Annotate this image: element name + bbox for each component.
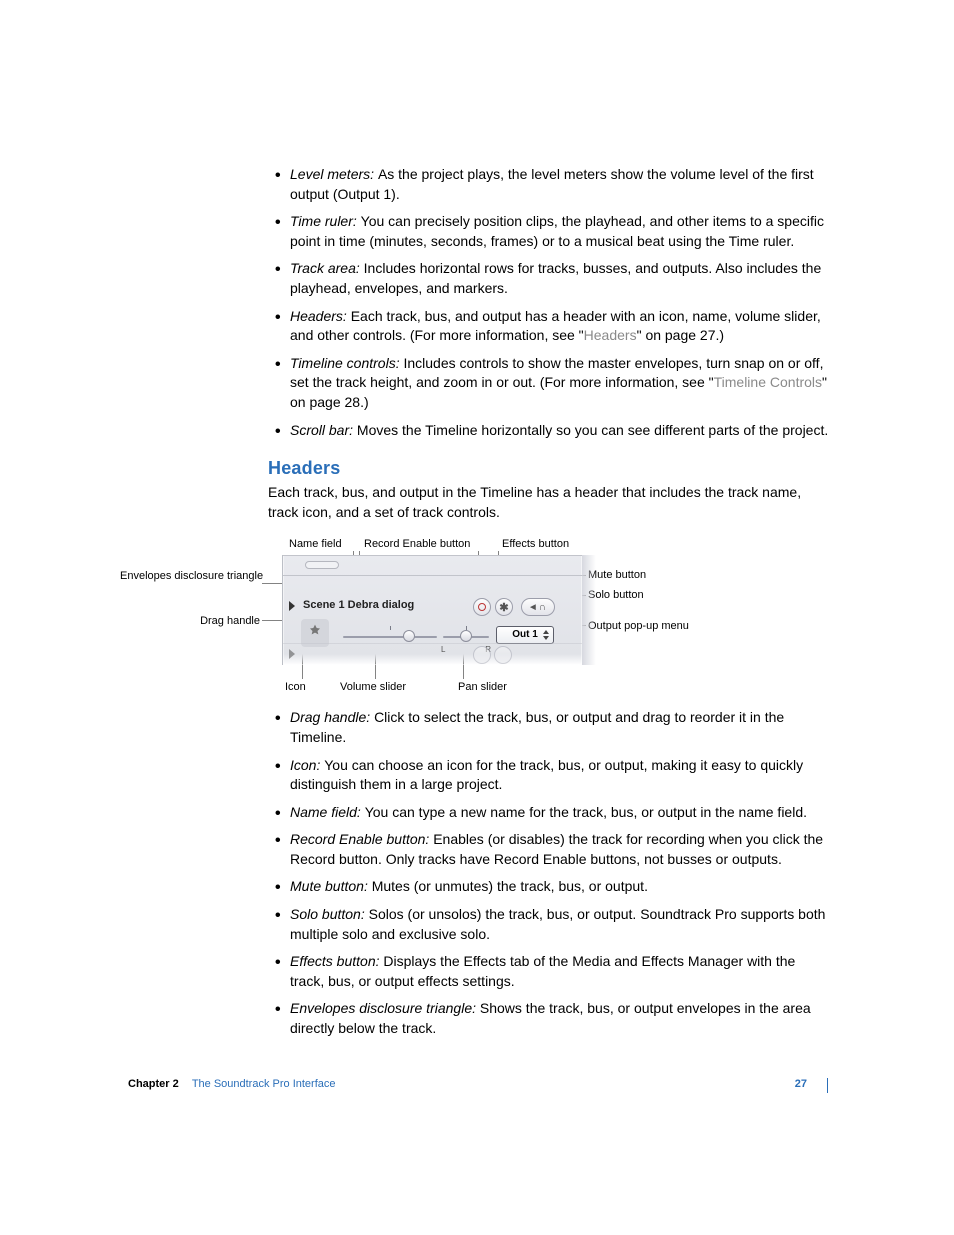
term: Envelopes disclosure triangle: <box>290 1000 480 1016</box>
callout-solo: Solo button <box>588 589 644 601</box>
callout-icon: Icon <box>285 681 306 693</box>
definition-item: Icon: You can choose an icon for the tra… <box>268 756 830 795</box>
definition-item: Envelopes disclosure triangle: Shows the… <box>268 999 830 1038</box>
term: Solo button: <box>290 906 369 922</box>
page-footer: Chapter 2 The Soundtrack Pro Interface 2… <box>128 1078 828 1093</box>
callout-pan: Pan slider <box>458 681 507 693</box>
definition-item: Headers: Each track, bus, and output has… <box>268 307 830 346</box>
footer-title: The Soundtrack Pro Interface <box>192 1078 336 1090</box>
volume-slider[interactable] <box>343 628 437 644</box>
term: Track area: <box>290 260 364 276</box>
footer-chapter: Chapter 2 <box>128 1078 179 1090</box>
term: Timeline controls: <box>290 355 403 371</box>
section-intro: Each track, bus, and output in the Timel… <box>268 483 830 522</box>
definition-item: Time ruler: You can precisely position c… <box>268 212 830 251</box>
definition-item: Level meters: As the project plays, the … <box>268 165 830 204</box>
term: Effects button: <box>290 953 383 969</box>
definition-item: Drag handle: Click to select the track, … <box>268 708 830 747</box>
callout-name-field: Name field <box>289 538 342 550</box>
definition-item: Effects button: Displays the Effects tab… <box>268 952 830 991</box>
track-name-field[interactable]: Scene 1 Debra dialog <box>303 599 414 611</box>
section-heading: Headers <box>268 458 830 479</box>
track-row-next <box>283 643 582 665</box>
cross-reference-link[interactable]: Timeline Controls <box>714 374 822 390</box>
footer-page-number: 27 <box>795 1078 807 1090</box>
output-popup-menu[interactable]: Out 1 <box>496 626 554 644</box>
cross-reference-link[interactable]: Headers <box>584 327 637 343</box>
term: Name field: <box>290 804 365 820</box>
term: Level meters: <box>290 166 378 182</box>
definition-item: Track area: Includes horizontal rows for… <box>268 259 830 298</box>
term: Headers: <box>290 308 351 324</box>
definition-item: Solo button: Solos (or unsolos) the trac… <box>268 905 830 944</box>
record-enable-button[interactable] <box>473 598 491 616</box>
track-header-mock: Scene 1 Debra dialog LR Out 1 <box>282 555 582 665</box>
callout-record-enable: Record Enable button <box>364 538 470 550</box>
pan-slider[interactable]: LR <box>443 628 489 644</box>
term: Record Enable button: <box>290 831 433 847</box>
callout-mute: Mute button <box>588 569 646 581</box>
callout-drag-handle: Drag handle <box>120 615 260 627</box>
definition-list-top: Level meters: As the project plays, the … <box>268 165 830 440</box>
definition-list-bottom: Drag handle: Click to select the track, … <box>268 708 830 1038</box>
term: Time ruler: <box>290 213 361 229</box>
track-row-main: Scene 1 Debra dialog LR Out 1 <box>283 575 582 643</box>
definition-item: Record Enable button: Enables (or disabl… <box>268 830 830 869</box>
effects-button[interactable] <box>495 598 513 616</box>
callout-effects-button: Effects button <box>502 538 569 550</box>
definition-item: Name field: You can type a new name for … <box>268 803 830 823</box>
track-row-prev <box>283 555 582 575</box>
definition-item: Timeline controls: Includes controls to … <box>268 354 830 413</box>
callout-output: Output pop-up menu <box>588 620 689 632</box>
definition-item: Scroll bar: Moves the Timeline horizonta… <box>268 421 830 441</box>
definition-item: Mute button: Mutes (or unmutes) the trac… <box>268 877 830 897</box>
term: Drag handle: <box>290 709 374 725</box>
callout-envelopes: Envelopes disclosure triangle <box>120 570 260 582</box>
term: Mute button: <box>290 878 372 894</box>
mute-solo-button[interactable] <box>521 598 555 616</box>
disclosure-triangle-icon[interactable] <box>289 601 295 611</box>
mini-slider-icon <box>305 561 339 569</box>
term: Scroll bar: <box>290 422 357 438</box>
term: Icon: <box>290 757 324 773</box>
callout-volume: Volume slider <box>340 681 406 693</box>
header-diagram: Name field Record Enable button Effects … <box>130 535 840 695</box>
